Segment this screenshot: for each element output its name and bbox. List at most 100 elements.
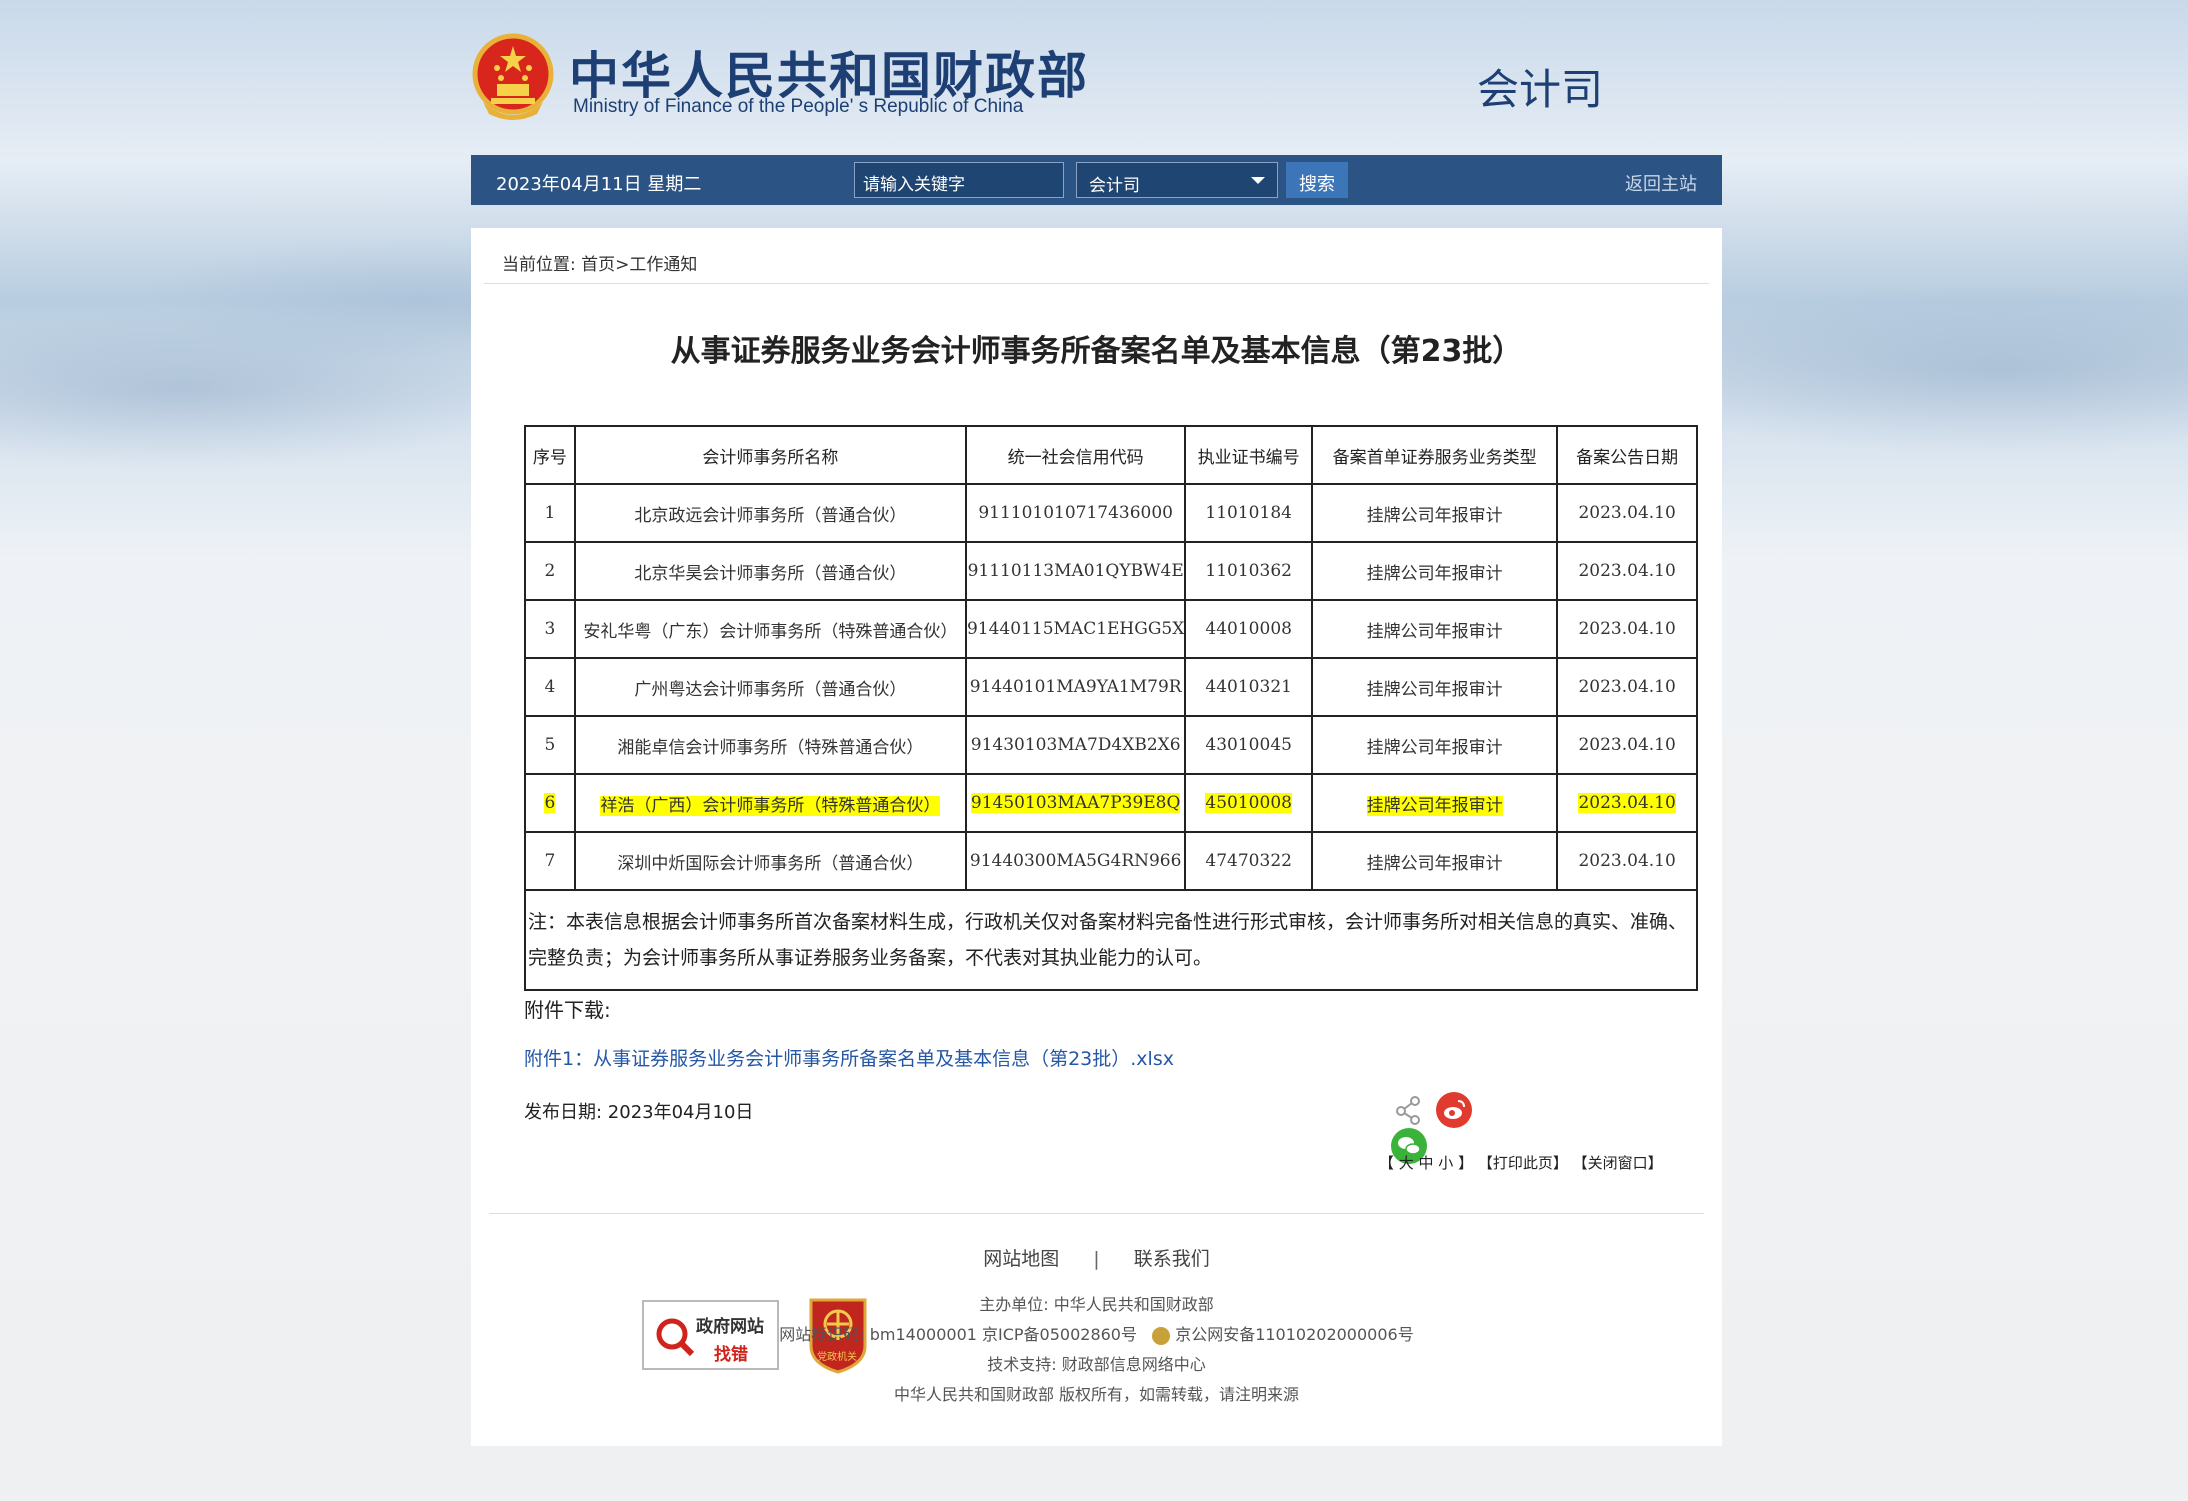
page-tools: 【 大 中 小 】 【打印此页】 【关闭窗口】 bbox=[1379, 1152, 1663, 1173]
table-cell: 深圳中炘国际会计师事务所（普通合伙） bbox=[573, 831, 967, 891]
close-window-link[interactable]: 【关闭窗口】 bbox=[1573, 1154, 1663, 1172]
chevron-down-icon bbox=[1251, 177, 1265, 184]
table-cell: 2 bbox=[524, 541, 576, 601]
table-cell: 91430103MA7D4XB2X6 bbox=[964, 715, 1187, 775]
table-row: 5 湘能卓信会计师事务所（特殊普通合伙） 91430103MA7D4XB2X6 … bbox=[524, 715, 1698, 775]
table-cell: 2023.04.10 bbox=[1556, 773, 1698, 833]
table-cell: 44010321 bbox=[1184, 657, 1314, 717]
footer-copyright: 中华人民共和国财政部 版权所有，如需转载，请注明来源 bbox=[893, 1385, 1300, 1404]
table-cell: 2023.04.10 bbox=[1556, 483, 1698, 543]
site-header: 中华人民共和国财政部 Ministry of Finance of the Pe… bbox=[471, 20, 1721, 140]
top-navbar: 2023年04月11日 星期二 请输入关键字 会计司 搜索 返回主站 bbox=[471, 155, 1722, 205]
table-cell: 2023.04.10 bbox=[1556, 715, 1698, 775]
attachment-label: 附件下载: bbox=[524, 998, 611, 1022]
print-link[interactable]: 【打印此页】 bbox=[1478, 1154, 1568, 1172]
footer-sponsor: 主办单位: 中华人民共和国财政部 bbox=[979, 1295, 1214, 1314]
table-cell: 2023.04.10 bbox=[1556, 831, 1698, 891]
table-cell: 911101010717436000 bbox=[964, 483, 1187, 543]
table-cell: 挂牌公司年报审计 bbox=[1311, 483, 1559, 543]
search-input[interactable]: 请输入关键字 bbox=[854, 162, 1064, 198]
department-name: 会计司 bbox=[1477, 65, 1604, 114]
table-row: 3 安礼华粤（广东）会计师事务所（特殊普通合伙） 91440115MAC1EHG… bbox=[524, 599, 1698, 659]
table-cell: 91440101MA9YA1M79R bbox=[964, 657, 1187, 717]
national-emblem-icon bbox=[472, 33, 554, 120]
highlighted-text: 6 bbox=[544, 793, 556, 813]
table-cell: 91110113MA01QYBW4E bbox=[964, 541, 1187, 601]
table-header: 会计师事务所名称 bbox=[573, 425, 967, 485]
footer-site-id-text[interactable]: 网站标识码: bm14000001 京ICP备05002860号 bbox=[779, 1325, 1137, 1344]
table-row-highlighted: 6 祥浩（广西）会计师事务所（特殊普通合伙） 91450103MAA7P39E8… bbox=[524, 773, 1698, 833]
table-row: 4 广州粤达会计师事务所（普通合伙） 91440101MA9YA1M79R 44… bbox=[524, 657, 1698, 717]
highlighted-text: 91450103MAA7P39E8Q bbox=[970, 793, 1181, 813]
breadcrumb-current[interactable]: 工作通知 bbox=[629, 255, 697, 275]
table-cell: 1 bbox=[524, 483, 576, 543]
scope-select[interactable]: 会计司 bbox=[1076, 162, 1278, 198]
table-cell: 北京华昊会计师事务所（普通合伙） bbox=[573, 541, 967, 601]
table-note-row: 注：本表信息根据会计师事务所首次备案材料生成，行政机关仅对备案材料完备性进行形式… bbox=[524, 889, 1698, 991]
table-cell: 7 bbox=[524, 831, 576, 891]
table-cell: 2023.04.10 bbox=[1556, 657, 1698, 717]
table-cell: 湘能卓信会计师事务所（特殊普通合伙） bbox=[573, 715, 967, 775]
footer-site-id: 网站标识码: bm14000001 京ICP备05002860号 京公网安备11… bbox=[471, 1320, 1722, 1350]
table-cell: 91440300MA5G4RN966 bbox=[964, 831, 1187, 891]
highlighted-text: 挂牌公司年报审计 bbox=[1366, 795, 1503, 816]
font-size-toggle[interactable]: 【 大 中 小 】 bbox=[1379, 1154, 1473, 1172]
filing-table: 序号 会计师事务所名称 统一社会信用代码 执业证书编号 备案首单证券服务业务类型… bbox=[524, 425, 1698, 991]
share-icon[interactable] bbox=[1391, 1092, 1427, 1128]
table-header: 执业证书编号 bbox=[1184, 425, 1314, 485]
table-cell: 11010184 bbox=[1184, 483, 1314, 543]
police-badge-icon bbox=[1152, 1326, 1171, 1345]
table-note: 注：本表信息根据会计师事务所首次备案材料生成，行政机关仅对备案材料完备性进行形式… bbox=[524, 889, 1698, 991]
table-row: 1 北京政远会计师事务所（普通合伙） 911101010717436000 11… bbox=[524, 483, 1698, 543]
table-cell: 4 bbox=[524, 657, 576, 717]
scope-select-value: 会计司 bbox=[1089, 176, 1140, 196]
highlighted-text: 2023.04.10 bbox=[1578, 793, 1676, 813]
divider bbox=[484, 283, 1709, 284]
table-cell: 3 bbox=[524, 599, 576, 659]
table-cell: 44010008 bbox=[1184, 599, 1314, 659]
table-cell: 挂牌公司年报审计 bbox=[1311, 715, 1559, 775]
footer-police-record[interactable]: 京公网安备11010202000006号 bbox=[1175, 1325, 1414, 1344]
attachment-link[interactable]: 附件1：从事证券服务业务会计师事务所备案名单及基本信息（第23批）.xlsx bbox=[524, 1044, 1174, 1071]
table-header: 备案首单证券服务业务类型 bbox=[1311, 425, 1559, 485]
table-cell: 挂牌公司年报审计 bbox=[1311, 599, 1559, 659]
table-cell: 挂牌公司年报审计 bbox=[1311, 541, 1559, 601]
table-cell: 6 bbox=[524, 773, 576, 833]
publish-date: 发布日期: 2023年04月10日 bbox=[524, 1102, 754, 1123]
table-cell: 广州粤达会计师事务所（普通合伙） bbox=[573, 657, 967, 717]
table-cell: 91450103MAA7P39E8Q bbox=[964, 773, 1187, 833]
table-cell: 5 bbox=[524, 715, 576, 775]
footer-info: 主办单位: 中华人民共和国财政部 网站标识码: bm14000001 京ICP备… bbox=[471, 1290, 1722, 1410]
highlighted-text: 45010008 bbox=[1205, 793, 1292, 813]
current-date: 2023年04月11日 星期二 bbox=[496, 174, 702, 195]
table-cell: 91440115MAC1EHGG5X bbox=[964, 599, 1187, 659]
contact-link[interactable]: 联系我们 bbox=[1134, 1248, 1210, 1270]
table-header: 统一社会信用代码 bbox=[964, 425, 1187, 485]
share-bar bbox=[1391, 1092, 1521, 1164]
footer-separator: | bbox=[1093, 1248, 1100, 1270]
ministry-title-en: Ministry of Finance of the People' s Rep… bbox=[573, 96, 1024, 117]
table-cell: 43010045 bbox=[1184, 715, 1314, 775]
footer-tech-support: 技术支持: 财政部信息网络中心 bbox=[987, 1355, 1206, 1374]
breadcrumb-separator: > bbox=[615, 255, 630, 275]
table-cell: 安礼华粤（广东）会计师事务所（特殊普通合伙） bbox=[573, 599, 967, 659]
table-header: 序号 bbox=[524, 425, 576, 485]
table-cell: 45010008 bbox=[1184, 773, 1314, 833]
table-cell: 挂牌公司年报审计 bbox=[1311, 657, 1559, 717]
article-title: 从事证券服务业务会计师事务所备案名单及基本信息（第23批） bbox=[670, 334, 1523, 369]
sitemap-link[interactable]: 网站地图 bbox=[983, 1248, 1059, 1270]
search-button[interactable]: 搜索 bbox=[1286, 162, 1348, 198]
table-cell: 挂牌公司年报审计 bbox=[1311, 773, 1559, 833]
table-cell: 47470322 bbox=[1184, 831, 1314, 891]
home-link[interactable]: 返回主站 bbox=[1625, 170, 1697, 196]
breadcrumb: 当前位置: 首页>工作通知 bbox=[502, 250, 697, 275]
table-cell: 11010362 bbox=[1184, 541, 1314, 601]
table-cell: 挂牌公司年报审计 bbox=[1311, 831, 1559, 891]
weibo-icon[interactable] bbox=[1436, 1092, 1473, 1128]
breadcrumb-home[interactable]: 首页 bbox=[581, 255, 615, 275]
content-panel: 当前位置: 首页>工作通知 从事证券服务业务会计师事务所备案名单及基本信息（第2… bbox=[471, 228, 1722, 1446]
table-cell: 北京政远会计师事务所（普通合伙） bbox=[573, 483, 967, 543]
table-header-row: 序号 会计师事务所名称 统一社会信用代码 执业证书编号 备案首单证券服务业务类型… bbox=[524, 425, 1698, 485]
table-cell: 2023.04.10 bbox=[1556, 599, 1698, 659]
footer-links: 网站地图 | 联系我们 bbox=[471, 1244, 1722, 1271]
